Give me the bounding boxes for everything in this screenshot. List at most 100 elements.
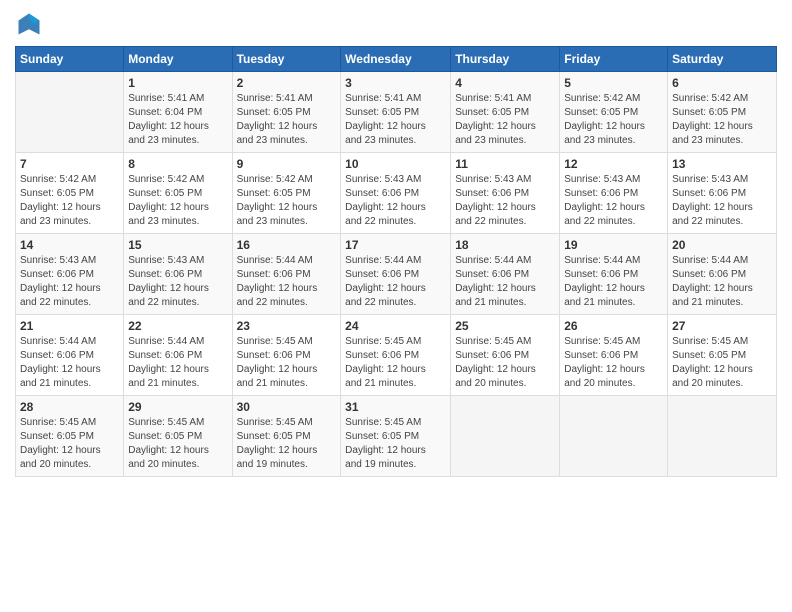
calendar-cell: 18 Sunrise: 5:44 AM Sunset: 6:06 PM Dayli…	[451, 234, 560, 315]
day-number: 23	[237, 319, 337, 333]
weekday-header-wednesday: Wednesday	[341, 47, 451, 72]
day-info: Sunrise: 5:42 AM Sunset: 6:05 PM Dayligh…	[237, 173, 337, 229]
day-info: Sunrise: 5:44 AM Sunset: 6:06 PM Dayligh…	[455, 254, 555, 310]
day-info: Sunrise: 5:44 AM Sunset: 6:06 PM Dayligh…	[345, 254, 446, 310]
day-info: Sunrise: 5:41 AM Sunset: 6:04 PM Dayligh…	[128, 92, 227, 148]
weekday-header-friday: Friday	[560, 47, 668, 72]
calendar-cell: 12Sunrise: 5:43 AM Sunset: 6:06 PM Dayli…	[560, 153, 668, 234]
day-number: 3	[345, 76, 446, 90]
calendar-cell: 8 Sunrise: 5:42 AM Sunset: 6:05 PM Daylig…	[124, 153, 232, 234]
calendar-header: SundayMondayTuesdayWednesdayThursdayFrid…	[16, 47, 777, 72]
day-number: 25	[455, 319, 555, 333]
day-number: 30	[237, 400, 337, 414]
calendar-cell: 14Sunrise: 5:43 AM Sunset: 6:06 PM Dayli…	[16, 234, 124, 315]
calendar-cell: 2 Sunrise: 5:41 AM Sunset: 6:05 PM Daylig…	[232, 72, 341, 153]
day-number: 5	[564, 76, 663, 90]
calendar-week-5: 28 Sunrise: 5:45 AM Sunset: 6:05 PM Dayli…	[16, 396, 777, 477]
calendar-cell: 20Sunrise: 5:44 AM Sunset: 6:06 PM Dayli…	[668, 234, 777, 315]
day-number: 7	[20, 157, 119, 171]
day-info: Sunrise: 5:44 AM Sunset: 6:06 PM Dayligh…	[237, 254, 337, 310]
day-info: Sunrise: 5:44 AM Sunset: 6:06 PM Dayligh…	[672, 254, 772, 310]
calendar-cell: 19Sunrise: 5:44 AM Sunset: 6:06 PM Dayli…	[560, 234, 668, 315]
day-number: 9	[237, 157, 337, 171]
day-number: 6	[672, 76, 772, 90]
calendar-cell: 1 Sunrise: 5:41 AM Sunset: 6:04 PM Daylig…	[124, 72, 232, 153]
calendar-cell: 11 Sunrise: 5:43 AM Sunset: 6:06 PM Dayli…	[451, 153, 560, 234]
day-number: 13	[672, 157, 772, 171]
day-info: Sunrise: 5:43 AM Sunset: 6:06 PM Dayligh…	[128, 254, 227, 310]
calendar-week-3: 14 Sunrise: 5:43 AM Sunset: 6:06 PM Dayli…	[16, 234, 777, 315]
logo	[15, 10, 47, 38]
day-number: 18	[455, 238, 555, 252]
day-info: Sunrise: 5:41 AM Sunset: 6:05 PM Dayligh…	[455, 92, 555, 148]
day-number: 21	[20, 319, 119, 333]
day-info: Sunrise: 5:43 AM Sunset: 6:06 PM Dayligh…	[564, 173, 663, 229]
day-info: Sunrise: 5:45 AM Sunset: 6:06 PM Dayligh…	[455, 335, 555, 391]
day-number: 10	[345, 157, 446, 171]
day-info: Sunrise: 5:43 AM Sunset: 6:06 PM Dayligh…	[672, 173, 772, 229]
day-info: Sunrise: 5:41 AM Sunset: 6:05 PM Dayligh…	[345, 92, 446, 148]
calendar-cell: 15 Sunrise: 5:43 AM Sunset: 6:06 PM Dayli…	[124, 234, 232, 315]
calendar-week-4: 21 Sunrise: 5:44 AM Sunset: 6:06 PM Dayli…	[16, 315, 777, 396]
calendar-cell: 24Sunrise: 5:45 AM Sunset: 6:06 PM Dayli…	[341, 315, 451, 396]
calendar-cell: 3 Sunrise: 5:41 AM Sunset: 6:05 PM Daylig…	[341, 72, 451, 153]
calendar-cell: 31 Sunrise: 5:45 AM Sunset: 6:05 PM Dayli…	[341, 396, 451, 477]
calendar-cell: 17 Sunrise: 5:44 AM Sunset: 6:06 PM Dayli…	[341, 234, 451, 315]
day-number: 28	[20, 400, 119, 414]
day-info: Sunrise: 5:43 AM Sunset: 6:06 PM Dayligh…	[345, 173, 446, 229]
calendar-cell: 29Sunrise: 5:45 AM Sunset: 6:05 PM Dayli…	[124, 396, 232, 477]
day-info: Sunrise: 5:41 AM Sunset: 6:05 PM Dayligh…	[237, 92, 337, 148]
calendar-table: SundayMondayTuesdayWednesdayThursdayFrid…	[15, 46, 777, 477]
calendar-cell: 10 Sunrise: 5:43 AM Sunset: 6:06 PM Dayli…	[341, 153, 451, 234]
calendar-cell: 9 Sunrise: 5:42 AM Sunset: 6:05 PM Daylig…	[232, 153, 341, 234]
weekday-header-sunday: Sunday	[16, 47, 124, 72]
day-number: 27	[672, 319, 772, 333]
calendar-cell: 28 Sunrise: 5:45 AM Sunset: 6:05 PM Dayli…	[16, 396, 124, 477]
day-number: 2	[237, 76, 337, 90]
day-number: 31	[345, 400, 446, 414]
weekday-header-monday: Monday	[124, 47, 232, 72]
day-info: Sunrise: 5:42 AM Sunset: 6:05 PM Dayligh…	[672, 92, 772, 148]
day-info: Sunrise: 5:45 AM Sunset: 6:06 PM Dayligh…	[345, 335, 446, 391]
day-number: 22	[128, 319, 227, 333]
calendar-cell: 25 Sunrise: 5:45 AM Sunset: 6:06 PM Dayli…	[451, 315, 560, 396]
calendar-cell	[451, 396, 560, 477]
calendar-cell: 23 Sunrise: 5:45 AM Sunset: 6:06 PM Dayli…	[232, 315, 341, 396]
day-info: Sunrise: 5:42 AM Sunset: 6:05 PM Dayligh…	[564, 92, 663, 148]
calendar-cell	[560, 396, 668, 477]
calendar-week-1: 1 Sunrise: 5:41 AM Sunset: 6:04 PM Daylig…	[16, 72, 777, 153]
day-info: Sunrise: 5:42 AM Sunset: 6:05 PM Dayligh…	[128, 173, 227, 229]
day-number: 17	[345, 238, 446, 252]
day-number: 14	[20, 238, 119, 252]
day-number: 1	[128, 76, 227, 90]
calendar-cell: 13 Sunrise: 5:43 AM Sunset: 6:06 PM Dayli…	[668, 153, 777, 234]
day-info: Sunrise: 5:43 AM Sunset: 6:06 PM Dayligh…	[455, 173, 555, 229]
calendar-cell: 6 Sunrise: 5:42 AM Sunset: 6:05 PM Daylig…	[668, 72, 777, 153]
weekday-header-saturday: Saturday	[668, 47, 777, 72]
day-info: Sunrise: 5:45 AM Sunset: 6:06 PM Dayligh…	[564, 335, 663, 391]
calendar-cell: 21 Sunrise: 5:44 AM Sunset: 6:06 PM Dayli…	[16, 315, 124, 396]
day-info: Sunrise: 5:44 AM Sunset: 6:06 PM Dayligh…	[20, 335, 119, 391]
weekday-header-tuesday: Tuesday	[232, 47, 341, 72]
day-number: 4	[455, 76, 555, 90]
day-number: 15	[128, 238, 227, 252]
day-number: 26	[564, 319, 663, 333]
calendar-cell: 27Sunrise: 5:45 AM Sunset: 6:05 PM Dayli…	[668, 315, 777, 396]
calendar-cell: 7Sunrise: 5:42 AM Sunset: 6:05 PM Daylig…	[16, 153, 124, 234]
header	[15, 10, 777, 38]
day-info: Sunrise: 5:45 AM Sunset: 6:06 PM Dayligh…	[237, 335, 337, 391]
calendar-cell: 22 Sunrise: 5:44 AM Sunset: 6:06 PM Dayli…	[124, 315, 232, 396]
day-info: Sunrise: 5:45 AM Sunset: 6:05 PM Dayligh…	[345, 416, 446, 472]
day-number: 11	[455, 157, 555, 171]
day-info: Sunrise: 5:44 AM Sunset: 6:06 PM Dayligh…	[128, 335, 227, 391]
day-info: Sunrise: 5:45 AM Sunset: 6:05 PM Dayligh…	[20, 416, 119, 472]
calendar-cell: 26 Sunrise: 5:45 AM Sunset: 6:06 PM Dayli…	[560, 315, 668, 396]
logo-icon	[15, 10, 43, 38]
calendar-cell	[16, 72, 124, 153]
day-number: 16	[237, 238, 337, 252]
day-number: 8	[128, 157, 227, 171]
day-info: Sunrise: 5:45 AM Sunset: 6:05 PM Dayligh…	[237, 416, 337, 472]
weekday-row: SundayMondayTuesdayWednesdayThursdayFrid…	[16, 47, 777, 72]
day-number: 29	[128, 400, 227, 414]
weekday-header-thursday: Thursday	[451, 47, 560, 72]
